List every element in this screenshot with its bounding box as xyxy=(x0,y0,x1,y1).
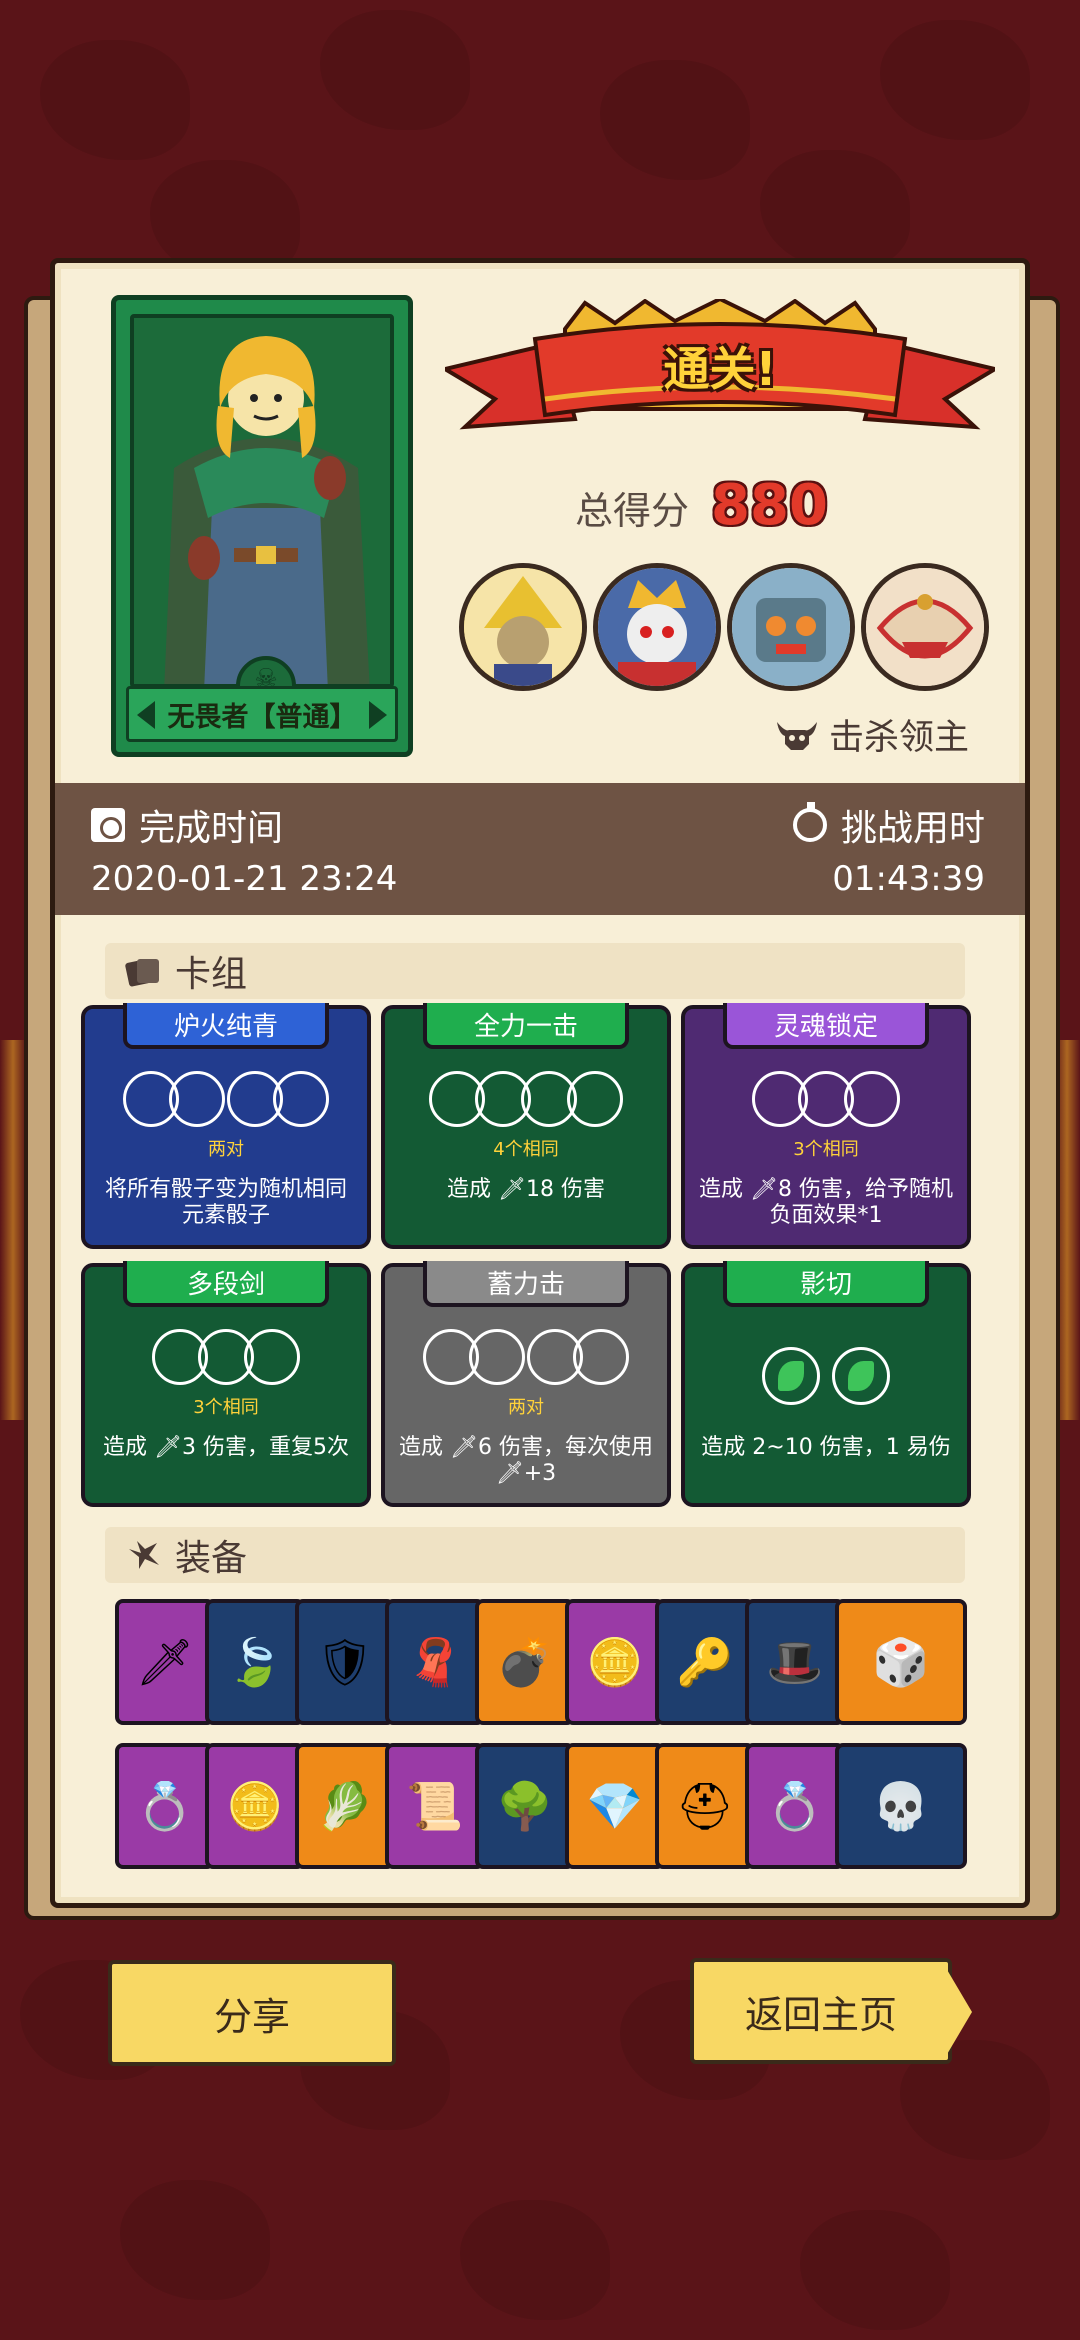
home-button-arrow[interactable] xyxy=(946,1968,972,2056)
finish-time-label: 完成时间 xyxy=(139,808,284,849)
boss-portrait-golem[interactable] xyxy=(727,563,855,691)
equipment-row-1: 🗡 🍃 🛡 🧣 💣 🪙 🔑 🎩 🎲 xyxy=(115,1599,967,1725)
stopwatch-icon xyxy=(792,802,827,842)
deck-card-6[interactable]: 影切 造成 2~10 伤害，1 易伤 xyxy=(681,1261,971,1507)
card-effect: 将所有骰子变为随机相同元素骰子 xyxy=(104,1177,347,1228)
equipment-section-header: 装备 xyxy=(105,1527,965,1583)
leaves-icon[interactable]: 🍃 xyxy=(205,1599,305,1725)
time-info-band: 完成时间 2020-01-21 23:24 挑战用时 01:43:39 xyxy=(55,783,1025,915)
equipment-row-2: 💍 🪙 🥬 📜 🌳 💎 ⛑ 💍 💀 xyxy=(115,1743,967,1869)
dice-slots xyxy=(685,1071,967,1127)
dagger-icon[interactable]: 🗡 xyxy=(115,1599,215,1725)
bush-creature-icon[interactable]: 🌳 xyxy=(475,1743,575,1869)
dice-slots xyxy=(685,1347,967,1405)
crystal-icon[interactable]: 💎 xyxy=(565,1743,665,1869)
side-glow-left xyxy=(0,1040,26,1420)
card-condition: 两对 xyxy=(208,1139,244,1160)
cards-icon xyxy=(125,959,159,987)
score-row: 总得分 880 xyxy=(575,473,828,538)
gear-cluster-icon xyxy=(129,1541,159,1569)
finish-time-heading: 完成时间 xyxy=(91,799,283,851)
calendar-icon xyxy=(91,808,125,842)
green-die-icon[interactable]: 🎲 xyxy=(835,1599,967,1725)
character-name: 无畏者【普通】 xyxy=(167,701,357,733)
duration-label: 挑战用时 xyxy=(840,808,985,849)
dice-slots xyxy=(85,1071,367,1127)
character-name-bar: 无畏者【普通】 xyxy=(126,686,398,742)
result-panel: ☠ 无畏者【普通】 通关! 总得分 880 击杀领主 完成时间 2020-01-… xyxy=(50,258,1030,1908)
deck-section-header: 卡组 xyxy=(105,943,965,999)
card-condition: 3个相同 xyxy=(793,1139,859,1160)
character-portrait xyxy=(130,314,394,688)
deck-card-4[interactable]: 多段剑 3个相同 造成 🗡3 伤害，重复5次 xyxy=(81,1261,371,1507)
gold-coin-icon[interactable]: 🪙 xyxy=(565,1599,665,1725)
boss-portrait-demon-mask[interactable] xyxy=(861,563,989,691)
score-label: 总得分 xyxy=(575,489,690,533)
card-condition: 两对 xyxy=(508,1397,544,1418)
home-button[interactable]: 返回主页 xyxy=(690,1958,952,2064)
kill-lords-label: 击杀领主 xyxy=(828,718,969,758)
arrow-right-icon[interactable] xyxy=(369,701,387,729)
gold-coin-icon[interactable]: 🪙 xyxy=(205,1743,305,1869)
finish-time-value: 2020-01-21 23:24 xyxy=(91,859,398,899)
deck-card-5[interactable]: 蓄力击 两对 造成 🗡6 伤害，每次使用 🗡+3 xyxy=(381,1261,671,1507)
card-condition: 4个相同 xyxy=(493,1139,559,1160)
deck-card-2[interactable]: 全力一击 4个相同 造成 🗡18 伤害 xyxy=(381,1003,671,1249)
card-name: 炉火纯青 xyxy=(123,1003,329,1049)
skull-rocket-icon[interactable]: 💀 xyxy=(835,1743,967,1869)
card-condition: 3个相同 xyxy=(193,1397,259,1418)
boss-portrait-witch[interactable] xyxy=(459,563,587,691)
dice-slots xyxy=(385,1329,667,1385)
victory-banner: 通关! xyxy=(439,296,1001,439)
torn-cloth-icon[interactable]: 🧣 xyxy=(385,1599,485,1725)
card-effect: 造成 🗡6 伤害，每次使用 🗡+3 xyxy=(399,1435,653,1486)
fire-scroll-icon[interactable]: 📜 xyxy=(385,1743,485,1869)
gem-ring-icon[interactable]: 💍 xyxy=(745,1743,845,1869)
score-value: 880 xyxy=(711,473,828,538)
green-stone-icon[interactable]: 🥬 xyxy=(295,1743,395,1869)
boss-list xyxy=(459,563,989,691)
arrow-left-icon[interactable] xyxy=(137,701,155,729)
top-hat-icon[interactable]: 🎩 xyxy=(745,1599,845,1725)
card-effect: 造成 🗡18 伤害 xyxy=(447,1177,605,1202)
dice-slots xyxy=(385,1071,667,1127)
deck-card-3[interactable]: 灵魂锁定 3个相同 造成 🗡8 伤害，给予随机负面效果*1 xyxy=(681,1003,971,1249)
helmet-icon[interactable]: ⛑ xyxy=(655,1743,755,1869)
kill-lords-row: 击杀领主 xyxy=(775,709,969,760)
banner-title: 通关! xyxy=(663,342,777,396)
character-card[interactable]: ☠ 无畏者【普通】 xyxy=(111,295,413,757)
horned-skull-icon xyxy=(776,721,817,750)
duration-value: 01:43:39 xyxy=(832,859,985,899)
card-name: 灵魂锁定 xyxy=(723,1003,929,1049)
card-effect: 造成 2~10 伤害，1 易伤 xyxy=(701,1435,951,1460)
key-icon[interactable]: 🔑 xyxy=(655,1599,755,1725)
cannon-icon[interactable]: 💣 xyxy=(475,1599,575,1725)
card-name: 多段剑 xyxy=(123,1261,329,1307)
card-name: 全力一击 xyxy=(423,1003,629,1049)
dice-slots xyxy=(85,1329,367,1385)
share-button[interactable]: 分享 xyxy=(108,1960,396,2066)
deck-title: 卡组 xyxy=(175,954,248,995)
card-name: 影切 xyxy=(723,1261,929,1307)
ring-icon[interactable]: 💍 xyxy=(115,1743,215,1869)
card-name: 蓄力击 xyxy=(423,1261,629,1307)
card-effect: 造成 🗡3 伤害，重复5次 xyxy=(103,1435,349,1460)
leaf-die-icon xyxy=(832,1347,890,1405)
equipment-title: 装备 xyxy=(175,1538,248,1579)
duration-heading: 挑战用时 xyxy=(792,799,985,851)
leaf-die-icon xyxy=(762,1347,820,1405)
gem-shield-icon[interactable]: 🛡 xyxy=(295,1599,395,1725)
deck-card-1[interactable]: 炉火纯青 两对 将所有骰子变为随机相同元素骰子 xyxy=(81,1003,371,1249)
card-effect: 造成 🗡8 伤害，给予随机负面效果*1 xyxy=(699,1177,953,1228)
boss-portrait-skeleton-king[interactable] xyxy=(593,563,721,691)
